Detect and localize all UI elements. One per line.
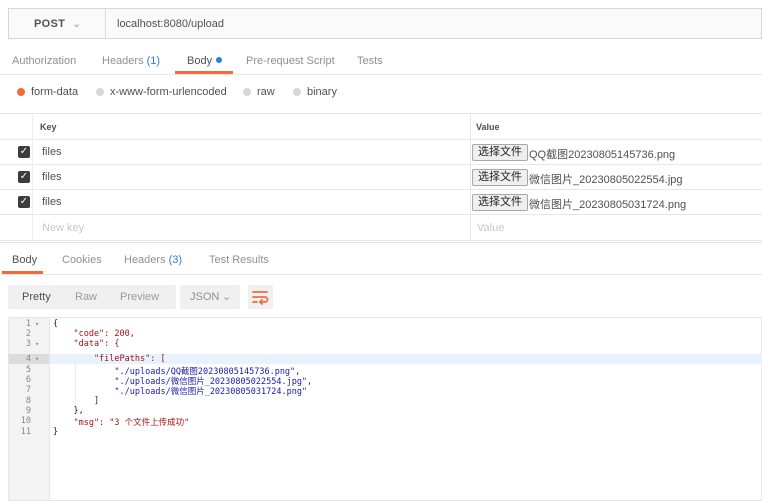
tab-label: Body — [187, 55, 213, 67]
line-number: 5 — [25, 365, 31, 375]
method-label: POST — [34, 18, 66, 30]
tab-headers[interactable]: Headers (1) — [102, 55, 160, 67]
tab-label: Tests — [357, 55, 383, 67]
code-line: }, — [53, 406, 84, 416]
tab-body[interactable]: Body — [187, 55, 223, 67]
choose-file-button[interactable]: 选择文件 — [472, 144, 528, 161]
radio-binary[interactable]: binary — [293, 86, 337, 98]
tab-pre-request-script[interactable]: Pre-request Script — [246, 55, 335, 67]
headers-count: (3) — [168, 254, 183, 266]
view-mode-group: Pretty Raw Preview — [8, 285, 176, 309]
response-tab-body[interactable]: Body — [12, 254, 37, 266]
code-line: ] — [53, 396, 100, 406]
tab-authorization[interactable]: Authorization — [12, 55, 76, 67]
tab-label: Authorization — [12, 55, 77, 67]
radio-raw[interactable]: raw — [243, 86, 275, 98]
code-line: "code": 200, — [53, 329, 135, 339]
fold-toggle-icon[interactable]: ▾ — [35, 320, 39, 328]
divider — [0, 240, 762, 241]
line-number: 6 — [25, 375, 31, 385]
radio-selected-icon — [17, 88, 25, 96]
line-number: 2 — [25, 329, 31, 339]
response-tab-cookies[interactable]: Cookies — [62, 254, 102, 266]
headers-count: (1) — [146, 55, 161, 67]
divider — [0, 242, 762, 243]
radio-urlencoded[interactable]: x-www-form-urlencoded — [96, 86, 227, 98]
wrap-lines-button[interactable] — [248, 285, 273, 309]
table-row: ✓ files 选择文件 微信图片_20230805031724.png — [0, 189, 762, 214]
key-header: Key — [40, 122, 57, 132]
line-number: 10 — [20, 416, 31, 426]
radio-icon — [243, 88, 251, 96]
key-field[interactable]: files — [42, 146, 62, 158]
pretty-button[interactable]: Pretty — [22, 291, 51, 303]
tab-tests[interactable]: Tests — [357, 55, 383, 67]
form-data-table: Key Value ✓ files 选择文件 QQ截图2023080514573… — [0, 113, 762, 241]
line-number: 1 — [25, 319, 31, 329]
line-number: 8 — [25, 396, 31, 406]
method-select[interactable]: POST ⌄ — [9, 9, 106, 38]
url-input[interactable]: localhost:8080/upload — [117, 18, 224, 30]
line-number: 11 — [20, 427, 31, 437]
chevron-down-icon: ⌄ — [72, 18, 82, 30]
line-number: 3 — [25, 339, 31, 349]
divider — [0, 274, 762, 275]
line-number: 9 — [25, 406, 31, 416]
language-select[interactable]: JSON ⌄ — [180, 285, 240, 309]
radio-icon — [96, 88, 104, 96]
code-line: { — [53, 319, 59, 329]
code-line: "filePaths": [ — [53, 354, 166, 364]
code-line: "data": { — [53, 339, 120, 349]
key-field[interactable]: files — [42, 171, 62, 183]
radio-form-data[interactable]: form-data — [17, 86, 78, 98]
response-tab-headers[interactable]: Headers (3) — [124, 254, 182, 266]
wrap-lines-icon — [252, 291, 269, 305]
checkbox-checked-icon[interactable]: ✓ — [18, 171, 30, 183]
modified-dot-icon — [216, 57, 223, 63]
tab-label: Headers — [124, 254, 166, 266]
code-line: } — [53, 427, 59, 437]
radio-label: form-data — [31, 86, 79, 98]
line-number: 7 — [25, 385, 31, 395]
key-field[interactable]: files — [42, 196, 62, 208]
line-number: 4 — [25, 354, 31, 364]
file-name: 微信图片_20230805022554.jpg — [529, 174, 683, 186]
file-name: QQ截图20230805145736.png — [529, 149, 676, 161]
radio-label: binary — [307, 86, 337, 98]
value-header: Value — [476, 122, 500, 132]
divider — [0, 74, 762, 75]
radio-icon — [293, 88, 301, 96]
divider — [0, 214, 762, 215]
tab-label: Pre-request Script — [246, 55, 335, 67]
tab-label: Headers — [102, 55, 144, 67]
response-body-viewer[interactable]: 1 2 3 4 5 6 7 8 9 10 11 ▾ ▾ ▾ { "code": … — [8, 317, 762, 501]
language-label: JSON — [190, 291, 220, 303]
radio-label: x-www-form-urlencoded — [110, 86, 227, 98]
table-row: ✓ files 选择文件 微信图片_20230805022554.jpg — [0, 164, 762, 189]
raw-button[interactable]: Raw — [75, 291, 97, 303]
divider — [0, 113, 762, 114]
preview-button[interactable]: Preview — [120, 291, 159, 303]
new-value-input[interactable]: Value — [477, 222, 504, 234]
new-key-input[interactable]: New key — [42, 222, 84, 234]
checkbox-checked-icon[interactable]: ✓ — [18, 146, 30, 158]
choose-file-button[interactable]: 选择文件 — [472, 169, 528, 186]
url-bar: POST ⌄ localhost:8080/upload — [8, 8, 762, 39]
code-line: "msg": "3 个文件上传成功" — [53, 418, 190, 428]
radio-label: raw — [257, 86, 275, 98]
response-tab-test-results[interactable]: Test Results — [209, 254, 269, 266]
choose-file-button[interactable]: 选择文件 — [472, 194, 528, 211]
chevron-down-icon: ⌄ — [222, 291, 232, 303]
table-row: ✓ files 选择文件 QQ截图20230805145736.png — [0, 139, 762, 164]
checkbox-checked-icon[interactable]: ✓ — [18, 196, 30, 208]
fold-toggle-icon[interactable]: ▾ — [35, 355, 39, 363]
fold-toggle-icon[interactable]: ▾ — [35, 340, 39, 348]
file-name: 微信图片_20230805031724.png — [529, 199, 687, 211]
